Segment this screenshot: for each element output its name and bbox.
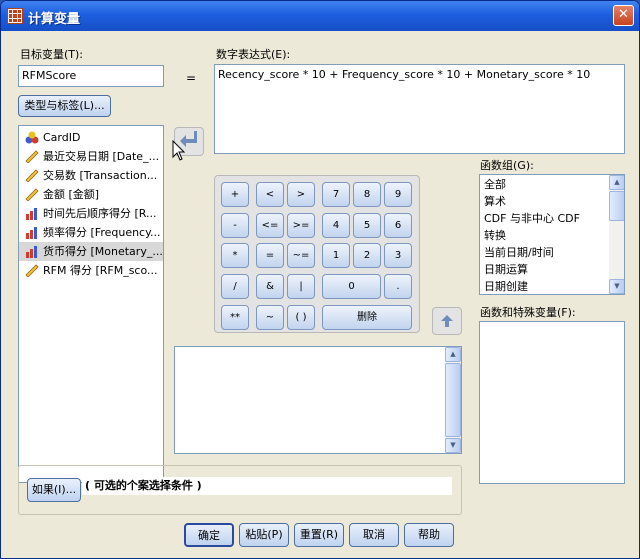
key-greater-than[interactable]: >	[287, 182, 315, 207]
key-0[interactable]: 0	[322, 274, 381, 299]
function-group-item[interactable]: 算术	[480, 193, 624, 210]
ordinal-icon	[26, 246, 37, 258]
expression-textarea[interactable]: Recency_score * 10 + Frequency_score * 1…	[214, 64, 625, 154]
key-not-equal[interactable]: ~=	[287, 243, 315, 268]
function-group-item[interactable]: 全部	[480, 176, 624, 193]
variable-name: RFM 得分 [RFM_sco...	[43, 264, 158, 277]
target-variable-input[interactable]: RFMScore	[18, 65, 164, 87]
type-label-button[interactable]: 类型与标签(L)...	[18, 95, 111, 117]
variable-list[interactable]: CardID 最近交易日期 [Date_... 交易数 [Transaction…	[18, 125, 164, 483]
function-group-item[interactable]: 日期运算	[480, 261, 624, 278]
scroll-thumb[interactable]	[609, 191, 624, 221]
function-group-item[interactable]: CDF 与非中心 CDF	[480, 210, 624, 227]
equals-sign: =	[186, 71, 197, 85]
scale-icon	[25, 188, 39, 201]
key-greater-equal[interactable]: >=	[287, 213, 315, 238]
key-6[interactable]: 6	[384, 213, 412, 238]
key-power[interactable]: **	[221, 305, 249, 330]
key-5[interactable]: 5	[353, 213, 381, 238]
key-or[interactable]: |	[287, 274, 315, 299]
close-button[interactable]: ✕	[613, 5, 634, 26]
scale-icon	[25, 264, 39, 277]
calculator-keypad: + < > 7 8 9 - <= >= 4 5 6 * = ~= 1 2 3 /…	[214, 175, 420, 333]
spss-app-icon	[7, 8, 23, 24]
variable-name: 交易数 [Transaction...	[43, 169, 158, 182]
description-scrollbar[interactable]: ▲ ▼	[445, 347, 461, 453]
reset-button[interactable]: 重置(R)	[294, 523, 344, 547]
nominal-icon	[25, 131, 39, 144]
key-less-than[interactable]: <	[256, 182, 284, 207]
variable-list-item[interactable]: CardID	[19, 128, 163, 147]
help-button[interactable]: 帮助	[404, 523, 454, 547]
key-divide[interactable]: /	[221, 274, 249, 299]
title-bar[interactable]: 计算变量 ✕	[1, 1, 639, 31]
scale-icon	[25, 169, 39, 182]
key-delete[interactable]: 删除	[322, 305, 412, 330]
variable-list-item[interactable]: 金额 [金额]	[19, 185, 163, 204]
variable-list-item[interactable]: 频率得分 [Frequency...	[19, 223, 163, 242]
variable-list-item[interactable]: 最近交易日期 [Date_...	[19, 147, 163, 166]
paste-button[interactable]: 粘贴(P)	[239, 523, 289, 547]
dialog-body: 目标变量(T): RFMScore = 类型与标签(L)... 数字表达式(E)…	[1, 31, 639, 558]
key-3[interactable]: 3	[384, 243, 412, 268]
key-1[interactable]: 1	[322, 243, 350, 268]
key-decimal[interactable]: .	[384, 274, 412, 299]
key-equal[interactable]: =	[256, 243, 284, 268]
scroll-thumb[interactable]	[445, 363, 461, 437]
ordinal-icon	[26, 227, 37, 239]
expression-label: 数字表达式(E):	[216, 48, 291, 61]
variable-name: 金额 [金额]	[43, 188, 100, 201]
variable-name: 货币得分 [Monetary_...	[43, 245, 163, 258]
variable-name: 最近交易日期 [Date_...	[43, 150, 160, 163]
key-and[interactable]: &	[256, 274, 284, 299]
key-multiply[interactable]: *	[221, 243, 249, 268]
compute-variable-dialog: 计算变量 ✕ 目标变量(T): RFMScore = 类型与标签(L)... 数…	[0, 0, 640, 559]
function-group-scrollbar[interactable]: ▲ ▼	[609, 175, 624, 294]
key-7[interactable]: 7	[322, 182, 350, 207]
function-group-list[interactable]: 全部 算术 CDF 与非中心 CDF 转换 当前日期/时间 日期运算 日期创建 …	[479, 174, 625, 295]
variable-list-item[interactable]: RFM 得分 [RFM_sco...	[19, 261, 163, 280]
ok-button[interactable]: 确定	[184, 523, 234, 547]
function-description-area[interactable]: ▲ ▼	[174, 346, 462, 454]
if-condition-group: 如果(I)... ( 可选的个案选择条件 )	[18, 465, 462, 515]
key-not[interactable]: ~	[256, 305, 284, 330]
variable-list-item[interactable]: 交易数 [Transaction...	[19, 166, 163, 185]
variable-list-item[interactable]: 时间先后顺序得分 [R...	[19, 204, 163, 223]
function-group-label: 函数组(G):	[480, 159, 534, 172]
scroll-down-arrow-icon[interactable]: ▼	[445, 438, 461, 453]
key-plus[interactable]: +	[221, 182, 249, 207]
scroll-up-arrow-icon[interactable]: ▲	[445, 347, 461, 362]
key-8[interactable]: 8	[353, 182, 381, 207]
if-button[interactable]: 如果(I)...	[27, 478, 81, 502]
scroll-up-arrow-icon[interactable]: ▲	[609, 175, 624, 190]
key-parentheses[interactable]: ( )	[287, 305, 315, 330]
key-9[interactable]: 9	[384, 182, 412, 207]
move-function-button[interactable]	[432, 307, 462, 335]
variable-name: CardID	[43, 131, 81, 144]
functions-label: 函数和特殊变量(F):	[480, 306, 576, 319]
key-less-equal[interactable]: <=	[256, 213, 284, 238]
functions-list[interactable]	[479, 321, 625, 484]
window-title: 计算变量	[28, 12, 81, 27]
function-group-item[interactable]: 转换	[480, 227, 624, 244]
variable-list-item-selected[interactable]: 货币得分 [Monetary_...	[19, 242, 163, 261]
mouse-cursor-icon	[172, 140, 186, 161]
scroll-down-arrow-icon[interactable]: ▼	[609, 279, 624, 294]
variable-name: 频率得分 [Frequency...	[43, 226, 161, 239]
arrow-up-icon	[441, 315, 453, 327]
if-condition-text: ( 可选的个案选择条件 )	[82, 477, 452, 495]
cancel-button[interactable]: 取消	[349, 523, 399, 547]
function-group-item[interactable]: 日期创建	[480, 278, 624, 294]
function-group-item[interactable]: 当前日期/时间	[480, 244, 624, 261]
ordinal-icon	[26, 208, 37, 220]
target-variable-label: 目标变量(T):	[20, 48, 84, 61]
scale-icon	[25, 150, 39, 163]
key-4[interactable]: 4	[322, 213, 350, 238]
variable-name: 时间先后顺序得分 [R...	[43, 207, 157, 220]
close-icon: ✕	[618, 7, 629, 22]
key-minus[interactable]: -	[221, 213, 249, 238]
key-2[interactable]: 2	[353, 243, 381, 268]
